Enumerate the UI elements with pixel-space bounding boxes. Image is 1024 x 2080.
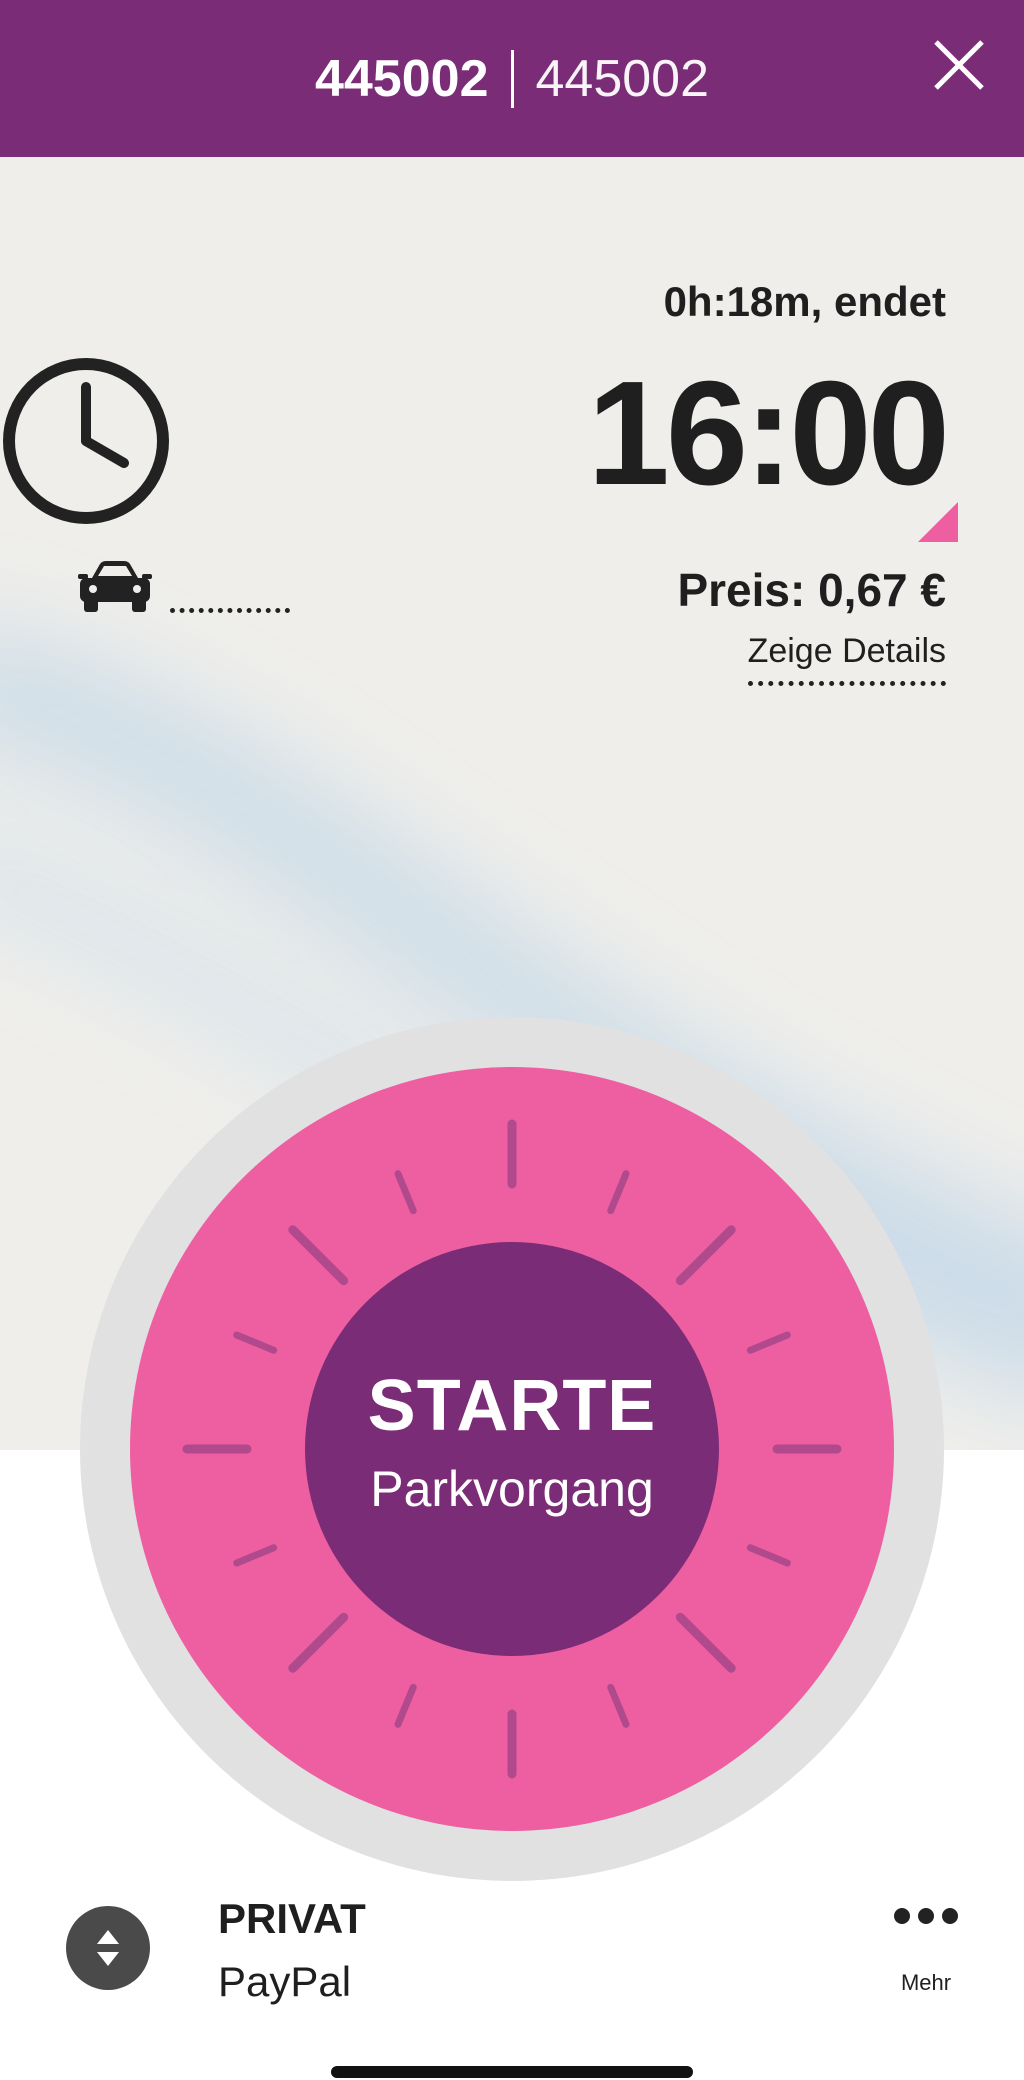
close-icon: [934, 40, 984, 90]
clock-icon: [3, 358, 169, 524]
more-label: Mehr: [900, 1970, 952, 1995]
start-button-subtitle: Parkvorgang: [370, 1461, 654, 1517]
more-dots-icon: [894, 1908, 958, 1924]
more-button[interactable]: Mehr: [886, 1898, 966, 1998]
car-icon: [78, 561, 152, 612]
zone-number-primary: 445002: [314, 49, 489, 108]
start-parking-button[interactable]: STARTE Parkvorgang: [305, 1242, 719, 1656]
home-indicator[interactable]: [331, 2066, 693, 2078]
chevron-up-down-icon: [97, 1930, 119, 1966]
zone-number-secondary: 445002: [535, 49, 710, 108]
license-plate-placeholder[interactable]: [170, 600, 290, 613]
start-button-title: STARTE: [367, 1366, 657, 1446]
show-details-link[interactable]: Zeige Details: [747, 632, 946, 686]
time-adjust-indicator: [918, 502, 958, 542]
payment-method: PayPal: [218, 1958, 352, 2005]
zone-title: 445002 445002: [315, 49, 709, 109]
parking-duration: 0h:18m, endet: [663, 278, 946, 325]
close-button[interactable]: [924, 30, 994, 100]
account-switch-button[interactable]: [66, 1906, 150, 1990]
end-time[interactable]: 16:00: [587, 360, 950, 508]
header-bar: 445002 445002: [0, 0, 1024, 157]
price-label: Preis: 0,67 €: [677, 564, 946, 616]
account-type: PRIVAT: [218, 1895, 366, 1942]
title-divider: [510, 49, 514, 108]
